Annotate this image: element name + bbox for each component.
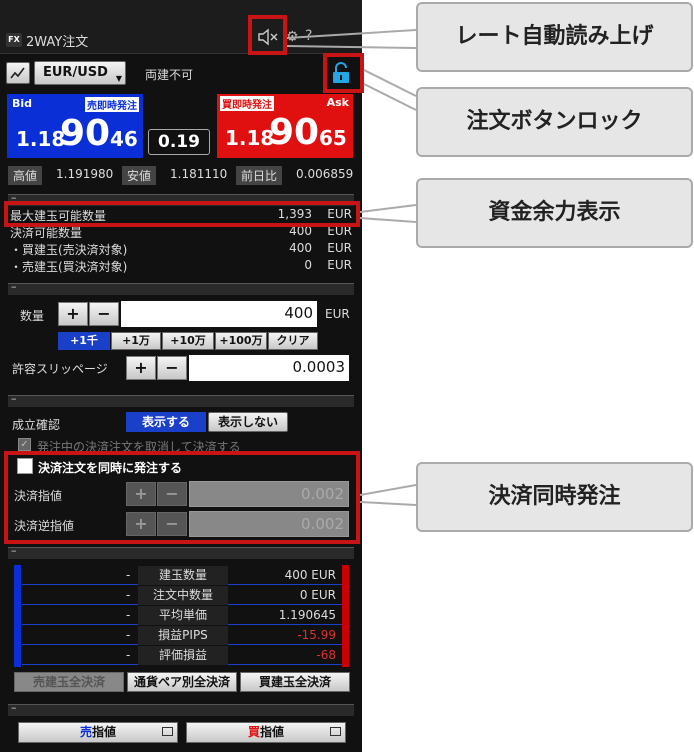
callout-order-lock: 注文ボタンロック (416, 87, 693, 157)
callout-margin-display: 資金余力表示 (416, 178, 693, 248)
callout-settle-simultaneous: 決済同時発注 (416, 462, 693, 532)
callout-voice-readout: レート自動読み上げ (416, 2, 693, 72)
